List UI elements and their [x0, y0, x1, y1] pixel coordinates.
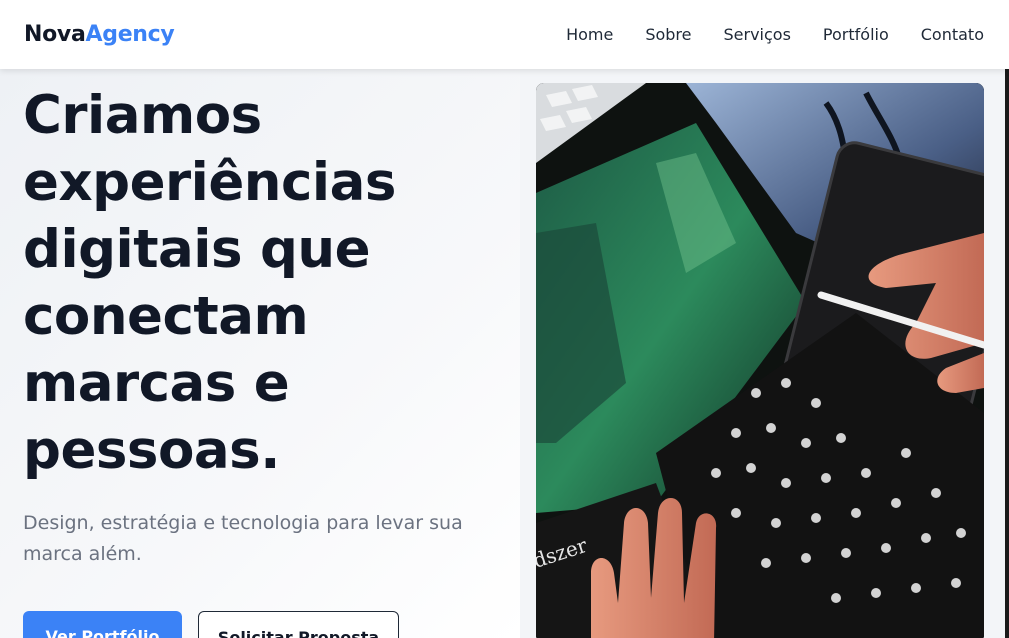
nav-link-contato[interactable]: Contato [921, 25, 984, 44]
headline-line: Criamos [23, 85, 262, 146]
nav-link-portfolio[interactable]: Portfólio [823, 25, 889, 44]
brand-logo[interactable]: NovaAgency [24, 22, 175, 47]
request-proposal-button[interactable]: Solicitar Proposta [198, 611, 399, 638]
hero-subtitle: Design, estratégia e tecnologia para lev… [23, 508, 493, 570]
hero-photo-illustration: dszer [536, 83, 984, 638]
nav-link-servicos[interactable]: Serviços [724, 25, 791, 44]
headline-line: digitais que [23, 219, 371, 280]
hero-image: dszer [536, 83, 984, 638]
headline-line: experiências [23, 152, 396, 213]
view-portfolio-button[interactable]: Ver Portfólio [23, 611, 182, 638]
window-edge [1005, 69, 1009, 638]
headline-line: marcas e [23, 353, 290, 414]
headline-line: pessoas. [23, 420, 280, 481]
nav-link-sobre[interactable]: Sobre [645, 25, 691, 44]
subtitle-line: marca além. [23, 543, 142, 565]
nav-link-home[interactable]: Home [566, 25, 613, 44]
logo-text-nova: Nova [24, 22, 86, 47]
logo-text-agency: Agency [85, 22, 175, 47]
site-header: NovaAgency Home Sobre Serviços Portfólio… [0, 0, 1009, 69]
subtitle-line: Design, estratégia e tecnologia para lev… [23, 512, 463, 534]
headline-line: conectam [23, 286, 309, 347]
main-nav: Home Sobre Serviços Portfólio Contato [566, 25, 984, 44]
hero-headline: Criamos experiências digitais que conect… [23, 82, 503, 484]
